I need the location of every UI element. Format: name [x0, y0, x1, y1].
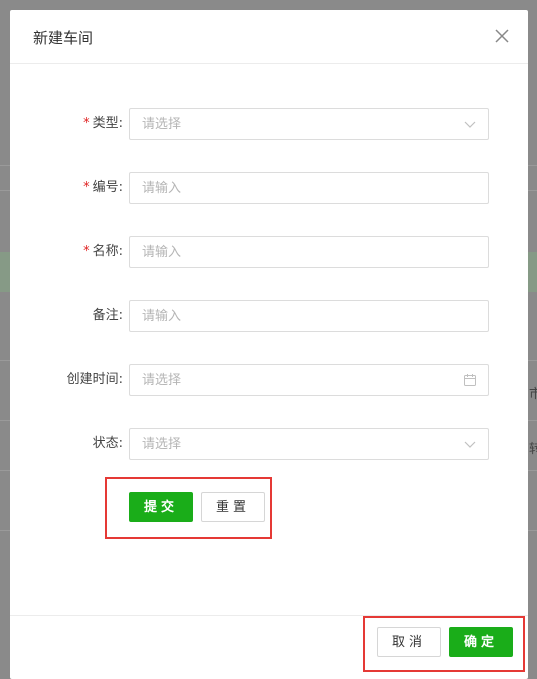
close-icon[interactable]	[493, 27, 511, 45]
required-mark: *	[83, 244, 90, 259]
created-time-input[interactable]	[130, 365, 442, 395]
field-label-remark: 备注:	[92, 308, 123, 323]
form-row-created-time: 创建时间:	[10, 364, 528, 396]
field-label-type: * 类型:	[83, 116, 123, 131]
bg-text-fragment: 转	[529, 442, 537, 457]
form-row-type: * 类型:	[10, 108, 528, 140]
chevron-down-icon	[464, 441, 476, 448]
created-time-picker[interactable]	[129, 364, 489, 396]
dialog-header: 新建车间	[10, 10, 528, 64]
name-field[interactable]	[129, 236, 489, 268]
form-row-code: * 编号:	[10, 172, 528, 204]
status-select[interactable]	[129, 428, 489, 460]
chevron-down-icon	[464, 121, 476, 128]
required-mark: *	[83, 116, 90, 131]
field-label-status: 状态:	[92, 436, 123, 451]
remark-field[interactable]	[129, 300, 489, 332]
required-mark: *	[83, 180, 90, 195]
type-select[interactable]	[129, 108, 489, 140]
code-field[interactable]	[129, 172, 489, 204]
form-row-remark: 备注:	[10, 300, 528, 332]
remark-input[interactable]	[130, 301, 442, 331]
field-label-code: * 编号:	[83, 180, 123, 195]
submit-button[interactable]: 提交	[129, 492, 193, 522]
new-workshop-dialog: 新建车间 *类型: *编号: *名称:	[10, 10, 528, 679]
form-row-status: 状态:	[10, 428, 528, 460]
bg-text-fragment: 市	[529, 387, 537, 402]
cancel-button[interactable]: 取消	[377, 627, 441, 657]
field-label-name: * 名称:	[83, 244, 123, 259]
form-row-name: * 名称:	[10, 236, 528, 268]
confirm-button[interactable]: 确定	[449, 627, 513, 657]
type-select-input[interactable]	[130, 109, 442, 139]
name-input[interactable]	[130, 237, 442, 267]
status-select-input[interactable]	[130, 429, 442, 459]
code-input[interactable]	[130, 173, 442, 203]
calendar-icon	[464, 374, 476, 386]
field-label-created-time: 创建时间:	[66, 372, 123, 387]
dialog-title: 新建车间	[33, 29, 94, 47]
reset-button[interactable]: 重置	[201, 492, 265, 522]
